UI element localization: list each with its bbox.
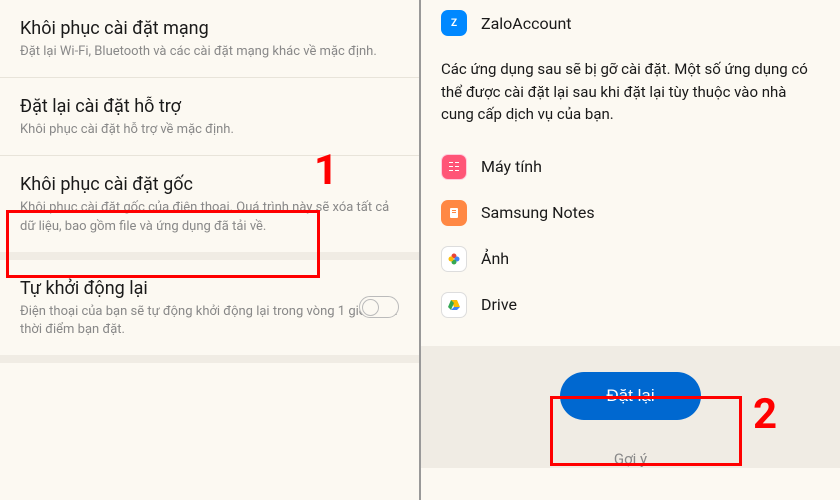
item-desc: Đặt lại Wi-Fi, Bluetooth và các cài đặt … [20, 43, 399, 61]
zalo-icon: Z [441, 10, 467, 36]
item-title: Khôi phục cài đặt gốc [20, 174, 399, 195]
item-desc: Điện thoại của bạn sẽ tự động khởi động … [20, 303, 399, 339]
reset-network-item[interactable]: Khôi phục cài đặt mạng Đặt lại Wi-Fi, Bl… [0, 0, 419, 77]
calculator-icon [441, 154, 467, 180]
settings-list-panel: Khôi phục cài đặt mạng Đặt lại Wi-Fi, Bl… [0, 0, 421, 500]
app-row-calculator: Máy tính [421, 144, 840, 190]
reset-button[interactable]: Đặt lại [560, 372, 700, 420]
app-label: Máy tính [481, 157, 542, 176]
item-title: Đặt lại cài đặt hỗ trợ [20, 96, 399, 117]
account-name: ZaloAccount [481, 14, 572, 33]
app-row-drive: Drive [421, 282, 840, 328]
factory-reset-item[interactable]: Khôi phục cài đặt gốc Khôi phục cài đặt … [0, 156, 419, 251]
app-label: Samsung Notes [481, 203, 595, 222]
app-row-photos: Ảnh [421, 236, 840, 282]
section-divider [0, 355, 419, 363]
account-row: Z ZaloAccount [421, 0, 840, 46]
auto-restart-item[interactable]: Tự khởi động lại Điện thoại của bạn sẽ t… [0, 260, 419, 355]
spacer [421, 328, 840, 346]
hint-label: Gợi ý [421, 440, 840, 468]
item-title: Tự khởi động lại [20, 278, 399, 299]
drive-icon [441, 292, 467, 318]
item-desc: Khôi phục cài đặt gốc của điện thoại. Qu… [20, 199, 399, 235]
app-label: Ảnh [481, 249, 509, 268]
uninstall-warning: Các ứng dụng sau sẽ bị gỡ cài đặt. Một s… [421, 46, 840, 144]
reset-accessibility-item[interactable]: Đặt lại cài đặt hỗ trợ Khôi phục cài đặt… [0, 78, 419, 155]
notes-icon [441, 200, 467, 226]
confirm-reset-panel: Z ZaloAccount Các ứng dụng sau sẽ bị gỡ … [421, 0, 840, 500]
item-title: Khôi phục cài đặt mạng [20, 18, 399, 39]
button-area: Đặt lại [421, 346, 840, 440]
app-label: Drive [481, 295, 517, 314]
item-desc: Khôi phục cài đặt hỗ trợ về mặc định. [20, 121, 399, 139]
section-divider [0, 252, 419, 260]
app-row-notes: Samsung Notes [421, 190, 840, 236]
auto-restart-toggle[interactable] [359, 296, 399, 318]
photos-icon [441, 246, 467, 272]
